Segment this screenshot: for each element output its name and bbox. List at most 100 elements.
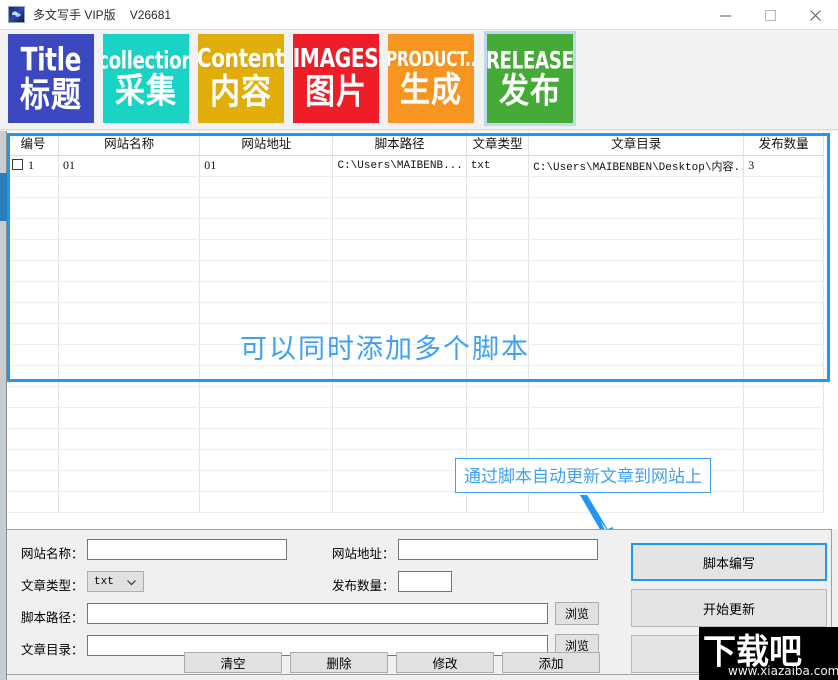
table-row-empty[interactable] [8,239,824,261]
cell-empty [332,470,467,492]
grid-header-publish-count[interactable]: 发布数量 [743,131,824,156]
cell-empty [58,428,201,450]
cell-empty [8,491,59,513]
tile-en-label: PRODUCT.. [388,47,474,72]
cell-empty [199,386,334,408]
cell-empty [743,260,824,282]
grid-header-article-type[interactable]: 文章类型 [466,131,530,156]
table-row-empty[interactable] [8,218,824,240]
cell-empty [8,176,59,198]
minimize-icon[interactable] [703,0,748,30]
toolbar-tile-release[interactable]: RELEASE 发布 [484,31,576,126]
app-icon [8,6,25,23]
cell-empty [743,218,824,240]
browse-script-path-button[interactable]: 浏览 [555,602,599,625]
cell-empty [332,197,467,219]
site-url-input[interactable] [398,539,598,560]
toolbar-tile-product[interactable]: PRODUCT.. 生成 [388,34,474,123]
table-row[interactable]: 1 01 01 C:\Users\MAIBENB... txt C:\Users\MAIB… [8,155,824,177]
toolbar-tile-title[interactable]: Title 标题 [8,34,94,123]
modify-button[interactable]: 修改 [396,652,494,673]
close-icon[interactable] [793,0,838,30]
cell-empty [199,407,334,429]
cell-empty [332,323,467,345]
clear-button[interactable]: 清空 [184,652,282,673]
script-edit-button[interactable]: 脚本编写 [631,543,827,581]
cell-empty [743,176,824,198]
table-row-empty[interactable] [8,323,824,345]
tile-en-label: Title [20,41,82,79]
cell-empty [8,281,59,303]
table-row-empty[interactable] [8,386,824,408]
cell-empty [58,239,201,261]
module-toolbar: Title 标题 collection 采集 Content 内容 IMAGES… [0,30,838,130]
toolbar-tile-images[interactable]: IMAGES 图片 [293,34,379,123]
add-button[interactable]: 添加 [502,652,600,673]
cell-empty [199,176,334,198]
toolbar-tile-content[interactable]: Content 内容 [198,34,284,123]
toolbar-tile-collection[interactable]: collection 采集 [103,34,189,123]
cell-empty [199,260,334,282]
grid-header-id[interactable]: 编号 [8,131,59,156]
maximize-icon[interactable] [748,0,793,30]
tile-cn-label: 采集 [115,71,177,112]
start-update-button[interactable]: 开始更新 [631,589,827,627]
cell-empty [8,449,59,471]
cell-empty [199,323,334,345]
table-row-empty[interactable] [8,281,824,303]
article-type-select[interactable]: txt [87,571,144,592]
cell-empty [332,365,467,387]
cell-empty [528,302,745,324]
table-row-empty[interactable] [8,407,824,429]
table-row-empty[interactable] [8,365,824,387]
delete-button[interactable]: 删除 [290,652,388,673]
table-row-empty[interactable] [8,197,824,219]
label-publish-count: 发布数量： [332,579,395,593]
cell-empty [58,470,201,492]
cell-empty [466,197,530,219]
cell-id-text: 1 [28,158,34,172]
window-scrollbar[interactable] [0,131,7,680]
grid-header-row: 编号 网站名称 网站地址 脚本路径 文章类型 文章目录 发布数量 [8,131,824,156]
table-row-empty[interactable] [8,491,824,513]
row-checkbox[interactable] [12,159,23,170]
cell-empty [199,239,334,261]
cell-empty [58,365,201,387]
table-row-empty[interactable] [8,428,824,450]
cell-id: 1 [8,155,59,177]
cell-empty [743,428,824,450]
table-row-empty[interactable] [8,260,824,282]
cell-article-type: txt [466,155,530,177]
cell-empty [199,365,334,387]
table-row-empty[interactable] [8,344,824,366]
cell-empty [58,302,201,324]
scrollbar-thumb[interactable] [0,173,7,221]
cell-empty [743,491,824,513]
cell-empty [332,344,467,366]
tile-en-label: Content [198,44,284,75]
cell-empty [58,386,201,408]
table-row-empty[interactable] [8,176,824,198]
cell-empty [8,365,59,387]
cell-empty [528,491,745,513]
cell-empty [8,302,59,324]
cell-empty [466,302,530,324]
cell-empty [528,281,745,303]
grid-header-site-name[interactable]: 网站名称 [58,131,201,156]
script-path-input[interactable] [87,603,548,624]
grid-header-script-path[interactable]: 脚本路径 [332,131,467,156]
cell-empty [199,281,334,303]
label-site-name: 网站名称： [21,547,84,561]
grid-header-site-url[interactable]: 网站地址 [199,131,334,156]
cell-empty [58,344,201,366]
table-row-empty[interactable] [8,302,824,324]
cell-empty [528,428,745,450]
cell-empty [332,407,467,429]
publish-count-input[interactable] [398,571,452,592]
script-list-grid[interactable]: 编号 网站名称 网站地址 脚本路径 文章类型 文章目录 发布数量 1 01 01 C:… [0,131,838,529]
cell-empty [58,323,201,345]
window-title: 多文写手 VIP版 [33,8,116,22]
site-name-input[interactable] [87,539,287,560]
cell-empty [8,428,59,450]
grid-header-article-dir[interactable]: 文章目录 [528,131,745,156]
